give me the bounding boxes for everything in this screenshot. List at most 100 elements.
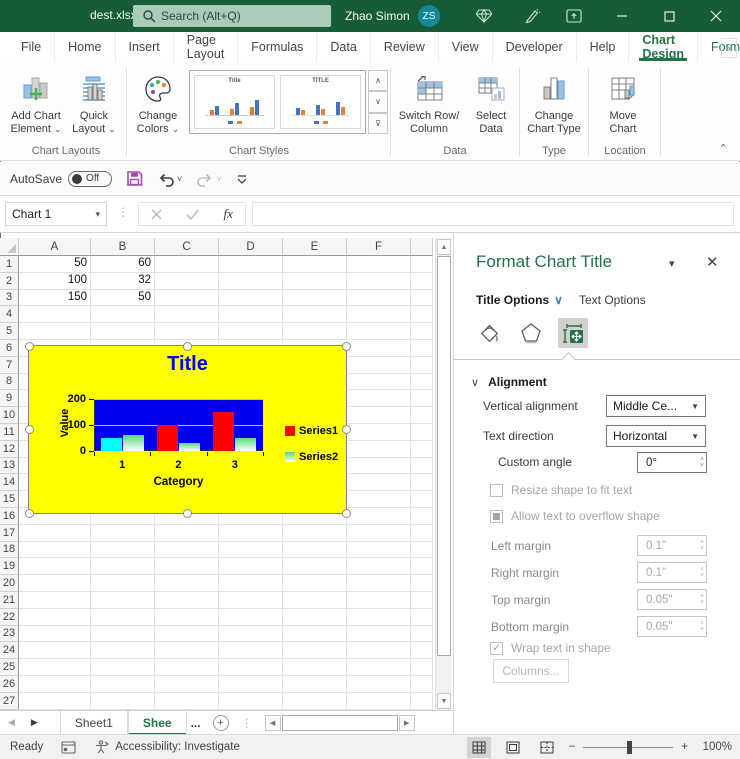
cell-partial[interactable] xyxy=(411,575,433,592)
cell-A3[interactable]: 150 xyxy=(19,290,91,307)
save-button[interactable] xyxy=(126,170,143,187)
cell-C1[interactable] xyxy=(155,256,219,273)
cell-C22[interactable] xyxy=(155,609,219,626)
cell-C5[interactable] xyxy=(155,323,219,340)
gallery-more-button[interactable]: ⊽ xyxy=(368,113,388,134)
chart-legend-series2[interactable]: Series2 xyxy=(285,451,338,463)
cell-F5[interactable] xyxy=(347,323,411,340)
column-header-partial[interactable] xyxy=(411,238,433,256)
cell-F3[interactable] xyxy=(347,290,411,307)
avatar[interactable]: ZS xyxy=(418,5,440,27)
cell-B24[interactable] xyxy=(91,642,155,659)
chart-style-preview-2[interactable]: TITLE xyxy=(280,75,361,129)
cell-B23[interactable] xyxy=(91,626,155,643)
column-header-E[interactable]: E xyxy=(283,238,347,256)
premium-diamond-icon[interactable] xyxy=(470,6,498,26)
cell-B27[interactable] xyxy=(91,693,155,710)
sheet-tab-sheet1[interactable]: Sheet1 xyxy=(60,711,128,735)
zoom-slider-thumb[interactable] xyxy=(627,741,632,754)
ribbon-display-options-icon[interactable] xyxy=(560,6,588,26)
name-box[interactable]: Chart 1 ▾ xyxy=(5,202,107,226)
cell-A23[interactable] xyxy=(19,626,91,643)
cell-F14[interactable] xyxy=(347,474,411,491)
cell-A17[interactable] xyxy=(19,525,91,542)
cancel-entry-icon[interactable] xyxy=(151,209,162,220)
cell-partial[interactable] xyxy=(411,592,433,609)
cell-B1[interactable]: 60 xyxy=(91,256,155,273)
cell-F25[interactable] xyxy=(347,659,411,676)
macro-record-icon[interactable] xyxy=(61,741,76,754)
undo-button[interactable]: ˅ xyxy=(157,171,182,187)
cell-B17[interactable] xyxy=(91,525,155,542)
ribbon-tab-page-layout[interactable]: Page Layout xyxy=(174,32,239,62)
cell-A4[interactable] xyxy=(19,306,91,323)
cell-partial[interactable] xyxy=(411,474,433,491)
cell-A24[interactable] xyxy=(19,642,91,659)
chart-selection-handle[interactable] xyxy=(25,425,34,434)
pane-options-dropdown-icon[interactable]: ▾ xyxy=(669,257,675,270)
cell-partial[interactable] xyxy=(411,491,433,508)
accessibility-icon[interactable] xyxy=(94,740,109,754)
ribbon-tab-file[interactable]: File xyxy=(8,32,55,62)
cell-partial[interactable] xyxy=(411,424,433,441)
horizontal-scrollbar[interactable]: ◀ ▶ xyxy=(265,715,415,731)
cell-D20[interactable] xyxy=(219,575,283,592)
ribbon-tab-view[interactable]: View xyxy=(439,32,493,62)
cell-E1[interactable] xyxy=(283,256,347,273)
cell-partial[interactable] xyxy=(411,508,433,525)
cell-E24[interactable] xyxy=(283,642,347,659)
chart-selection-handle[interactable] xyxy=(342,342,351,351)
cell-C26[interactable] xyxy=(155,676,219,693)
sheet-nav-right-icon[interactable]: ▶ xyxy=(23,717,46,728)
chart-selection-handle[interactable] xyxy=(342,425,351,434)
cell-F8[interactable] xyxy=(347,374,411,391)
row-header-8[interactable]: 8 xyxy=(0,374,19,391)
row-header-10[interactable]: 10 xyxy=(0,407,19,424)
zoom-out-button[interactable]: − xyxy=(569,741,576,753)
sheet-nav-left-icon[interactable]: ◀ xyxy=(0,717,23,728)
cell-F27[interactable] xyxy=(347,693,411,710)
cell-C2[interactable] xyxy=(155,273,219,290)
text-direction-dropdown[interactable]: Horizontal▼ xyxy=(606,425,706,447)
chart-x-axis-title[interactable]: Category xyxy=(94,476,263,488)
page-layout-view-button[interactable] xyxy=(501,737,525,758)
column-header-C[interactable]: C xyxy=(155,238,219,256)
cell-partial[interactable] xyxy=(411,390,433,407)
zoom-in-button[interactable]: + xyxy=(681,741,688,753)
sheetbar-splitter[interactable]: ⋮ xyxy=(241,716,253,730)
cell-partial[interactable] xyxy=(411,676,433,693)
cell-F17[interactable] xyxy=(347,525,411,542)
cell-partial[interactable] xyxy=(411,609,433,626)
cell-E3[interactable] xyxy=(283,290,347,307)
ribbon-tab-home[interactable]: Home xyxy=(55,32,115,62)
horizontal-scrollbar-thumb[interactable] xyxy=(282,715,398,731)
cell-B19[interactable] xyxy=(91,558,155,575)
row-header-26[interactable]: 26 xyxy=(0,676,19,693)
cell-partial[interactable] xyxy=(411,357,433,374)
cell-F24[interactable] xyxy=(347,642,411,659)
formula-bar-splitter[interactable]: ⋮ xyxy=(117,205,129,219)
cell-E22[interactable] xyxy=(283,609,347,626)
cell-C25[interactable] xyxy=(155,659,219,676)
row-header-15[interactable]: 15 xyxy=(0,491,19,508)
cell-E19[interactable] xyxy=(283,558,347,575)
tab-text-options[interactable]: Text Options xyxy=(579,293,646,307)
row-header-12[interactable]: 12 xyxy=(0,441,19,458)
cell-F11[interactable] xyxy=(347,424,411,441)
cell-F1[interactable] xyxy=(347,256,411,273)
cell-partial[interactable] xyxy=(411,558,433,575)
search-box[interactable]: Search (Alt+Q) xyxy=(133,5,331,27)
cell-A27[interactable] xyxy=(19,693,91,710)
row-header-3[interactable]: 3 xyxy=(0,290,19,307)
new-sheet-button[interactable]: + xyxy=(213,715,229,731)
row-header-6[interactable]: 6 xyxy=(0,340,19,357)
cell-A19[interactable] xyxy=(19,558,91,575)
cell-partial[interactable] xyxy=(411,642,433,659)
row-header-2[interactable]: 2 xyxy=(0,273,19,290)
cell-partial[interactable] xyxy=(411,323,433,340)
insert-function-button[interactable]: fx xyxy=(224,206,233,222)
cell-F10[interactable] xyxy=(347,407,411,424)
cell-B2[interactable]: 32 xyxy=(91,273,155,290)
zoom-percentage[interactable]: 100% xyxy=(696,741,732,753)
row-header-4[interactable]: 4 xyxy=(0,306,19,323)
